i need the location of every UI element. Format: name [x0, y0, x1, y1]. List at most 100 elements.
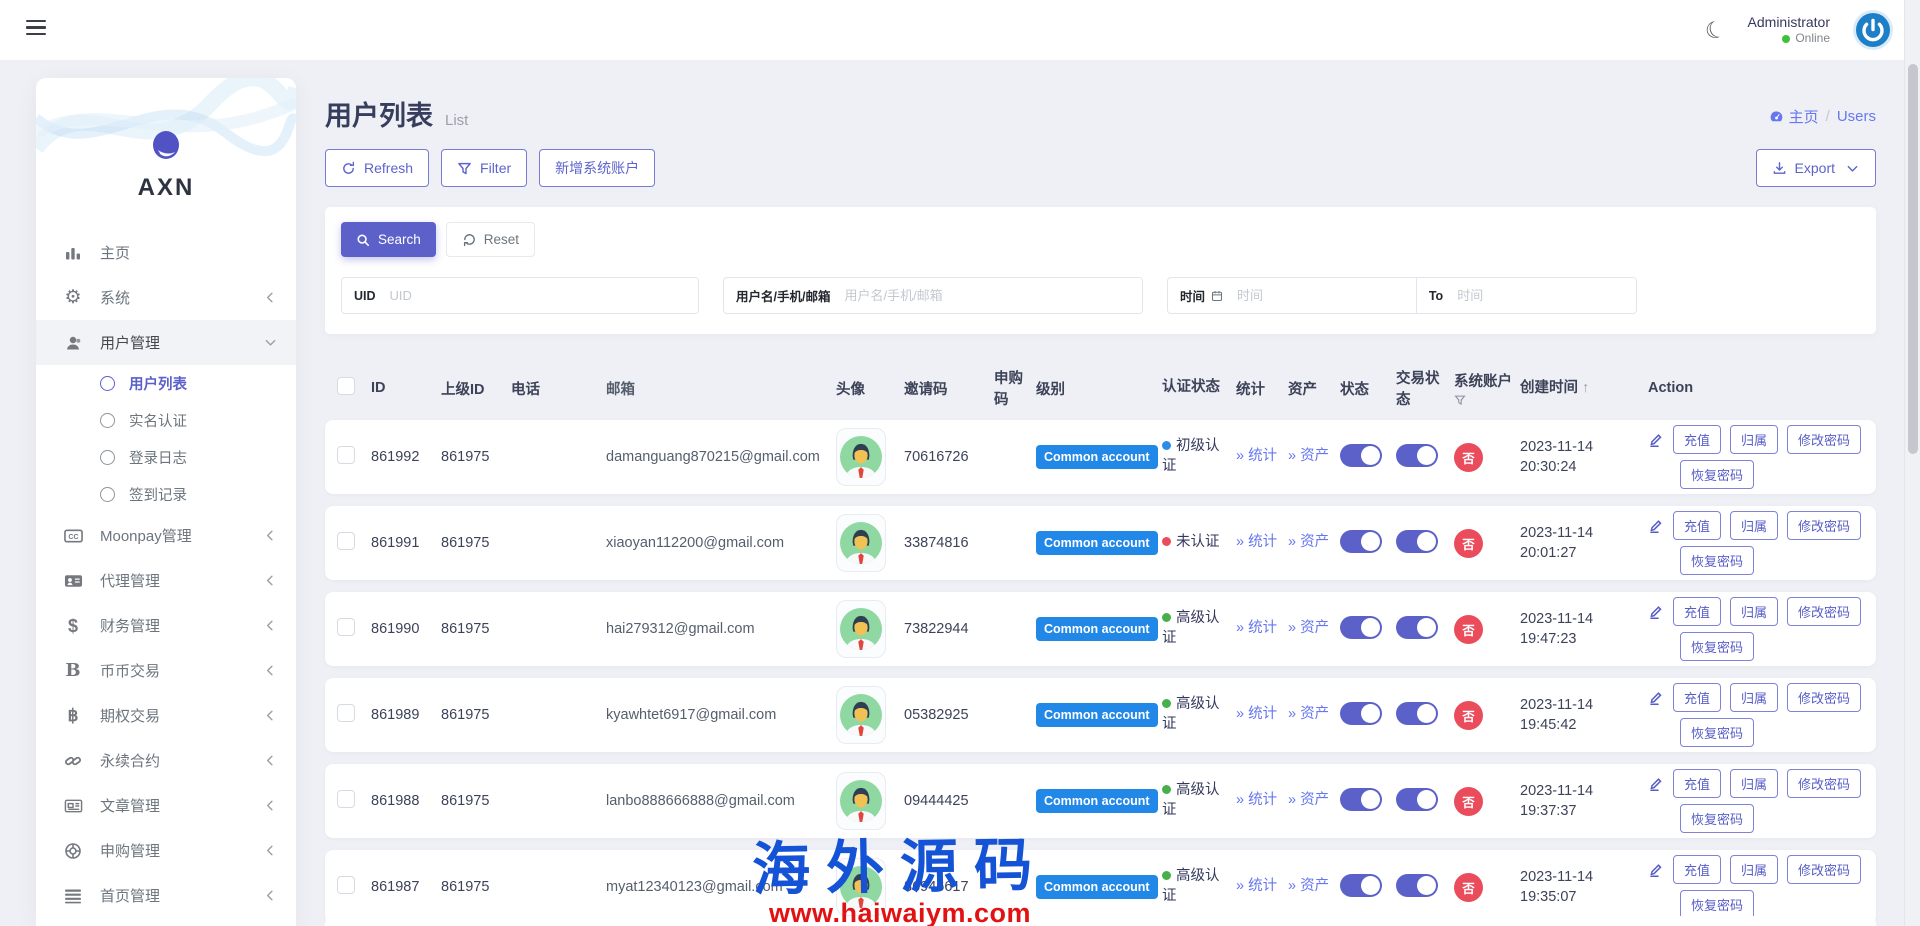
status-toggle[interactable] [1340, 444, 1382, 467]
add-system-account-button[interactable]: 新增系统账户 [539, 149, 655, 187]
sidebar-item-4[interactable]: 代理管理 [36, 558, 296, 603]
belong-button[interactable]: 归属 [1730, 769, 1778, 798]
belong-button[interactable]: 归属 [1730, 855, 1778, 884]
moon-icon[interactable]: ☾ [1702, 16, 1729, 44]
assets-link[interactable]: » 资产 [1288, 619, 1329, 639]
recharge-button[interactable]: 充值 [1673, 855, 1721, 884]
sidebar-subitem[interactable]: 签到记录 [36, 476, 296, 513]
sidebar-item-1[interactable]: ⚙ 系统 [36, 275, 296, 320]
restore-password-button[interactable]: 恢复密码 [1680, 460, 1754, 489]
user-filter-input[interactable] [842, 278, 1142, 313]
edit-icon[interactable] [1648, 776, 1664, 792]
stats-link[interactable]: » 统计 [1236, 791, 1277, 811]
belong-button[interactable]: 归属 [1730, 683, 1778, 712]
change-password-button[interactable]: 修改密码 [1787, 511, 1861, 540]
header-created-at[interactable]: 创建时间↑ [1520, 378, 1648, 398]
stats-link[interactable]: » 统计 [1236, 619, 1277, 639]
trade-status-toggle[interactable] [1396, 444, 1438, 467]
time-to-input[interactable] [1455, 278, 1636, 313]
restore-password-button[interactable]: 恢复密码 [1680, 546, 1754, 575]
recharge-button[interactable]: 充值 [1673, 597, 1721, 626]
sidebar-item-7[interactable]: ฿ 期权交易 [36, 693, 296, 738]
filter-button[interactable]: Filter [441, 149, 527, 187]
status-toggle[interactable] [1340, 530, 1382, 553]
change-password-button[interactable]: 修改密码 [1787, 425, 1861, 454]
scrollbar[interactable] [1904, 0, 1920, 926]
row-checkbox[interactable] [337, 532, 355, 550]
restore-password-button[interactable]: 恢复密码 [1680, 890, 1754, 919]
row-checkbox[interactable] [337, 446, 355, 464]
uid-input[interactable] [388, 278, 698, 313]
trade-status-toggle[interactable] [1396, 530, 1438, 553]
sidebar-item-6[interactable]: B 币币交易 [36, 648, 296, 693]
brand-name: AXN [36, 174, 296, 202]
status-toggle[interactable] [1340, 788, 1382, 811]
belong-button[interactable]: 归属 [1730, 511, 1778, 540]
status-toggle[interactable] [1340, 616, 1382, 639]
restore-password-button[interactable]: 恢复密码 [1680, 718, 1754, 747]
recharge-button[interactable]: 充值 [1673, 511, 1721, 540]
user-block[interactable]: Administrator Online [1748, 14, 1830, 47]
edit-icon[interactable] [1648, 518, 1664, 534]
refresh-button[interactable]: Refresh [325, 149, 429, 187]
hamburger-menu-icon[interactable] [26, 20, 46, 39]
breadcrumb-home-link[interactable]: 主页 [1769, 106, 1819, 127]
sidebar-subitem[interactable]: 登录日志 [36, 439, 296, 476]
status-toggle[interactable] [1340, 874, 1382, 897]
search-button[interactable]: Search [341, 222, 436, 257]
change-password-button[interactable]: 修改密码 [1787, 855, 1861, 884]
status-toggle[interactable] [1340, 702, 1382, 725]
row-checkbox[interactable] [337, 876, 355, 894]
edit-icon[interactable] [1648, 432, 1664, 448]
recharge-button[interactable]: 充值 [1673, 769, 1721, 798]
restore-password-button[interactable]: 恢复密码 [1680, 804, 1754, 833]
brand[interactable]: AXN [36, 78, 296, 202]
sidebar-item-9[interactable]: 文章管理 [36, 783, 296, 828]
stats-link[interactable]: » 统计 [1236, 877, 1277, 897]
assets-link[interactable]: » 资产 [1288, 877, 1329, 897]
stats-link[interactable]: » 统计 [1236, 533, 1277, 553]
assets-link[interactable]: » 资产 [1288, 447, 1329, 467]
recharge-button[interactable]: 充值 [1673, 425, 1721, 454]
restore-password-button[interactable]: 恢复密码 [1680, 632, 1754, 661]
breadcrumb-current[interactable]: Users [1837, 108, 1876, 125]
change-password-button[interactable]: 修改密码 [1787, 769, 1861, 798]
sidebar-item-3[interactable]: CC Moonpay管理 [36, 513, 296, 558]
export-button[interactable]: Export [1756, 149, 1876, 187]
row-checkbox[interactable] [337, 790, 355, 808]
edit-icon[interactable] [1648, 690, 1664, 706]
column-filter-icon[interactable] [1454, 394, 1514, 406]
change-password-button[interactable]: 修改密码 [1787, 597, 1861, 626]
change-password-button[interactable]: 修改密码 [1787, 683, 1861, 712]
sidebar-item-5[interactable]: $ 财务管理 [36, 603, 296, 648]
trade-status-toggle[interactable] [1396, 702, 1438, 725]
assets-link[interactable]: » 资产 [1288, 705, 1329, 725]
sidebar-item-11[interactable]: 首页管理 [36, 873, 296, 918]
trade-status-toggle[interactable] [1396, 788, 1438, 811]
sidebar-item-2[interactable]: 用户管理 [36, 320, 296, 365]
assets-link[interactable]: » 资产 [1288, 533, 1329, 553]
time-from-input[interactable] [1235, 278, 1416, 313]
sidebar-subitem[interactable]: 实名认证 [36, 402, 296, 439]
recharge-button[interactable]: 充值 [1673, 683, 1721, 712]
sidebar-item-8[interactable]: 永续合约 [36, 738, 296, 783]
row-checkbox[interactable] [337, 618, 355, 636]
edit-icon[interactable] [1648, 604, 1664, 620]
sidebar-item-12[interactable]: 配置管理 [36, 918, 296, 926]
sidebar-item-10[interactable]: 申购管理 [36, 828, 296, 873]
stats-link[interactable]: » 统计 [1236, 705, 1277, 725]
assets-link[interactable]: » 资产 [1288, 791, 1329, 811]
trade-status-toggle[interactable] [1396, 874, 1438, 897]
belong-button[interactable]: 归属 [1730, 597, 1778, 626]
sidebar-subitem[interactable]: 用户列表 [36, 365, 296, 402]
stats-link[interactable]: » 统计 [1236, 447, 1277, 467]
edit-icon[interactable] [1648, 862, 1664, 878]
belong-button[interactable]: 归属 [1730, 425, 1778, 454]
trade-status-toggle[interactable] [1396, 616, 1438, 639]
row-checkbox[interactable] [337, 704, 355, 722]
scrollbar-thumb[interactable] [1908, 64, 1918, 454]
reset-button[interactable]: Reset [446, 222, 535, 257]
sidebar-item-0[interactable]: 主页 [36, 230, 296, 275]
select-all-checkbox[interactable] [337, 377, 355, 395]
power-avatar-icon[interactable] [1852, 9, 1894, 51]
